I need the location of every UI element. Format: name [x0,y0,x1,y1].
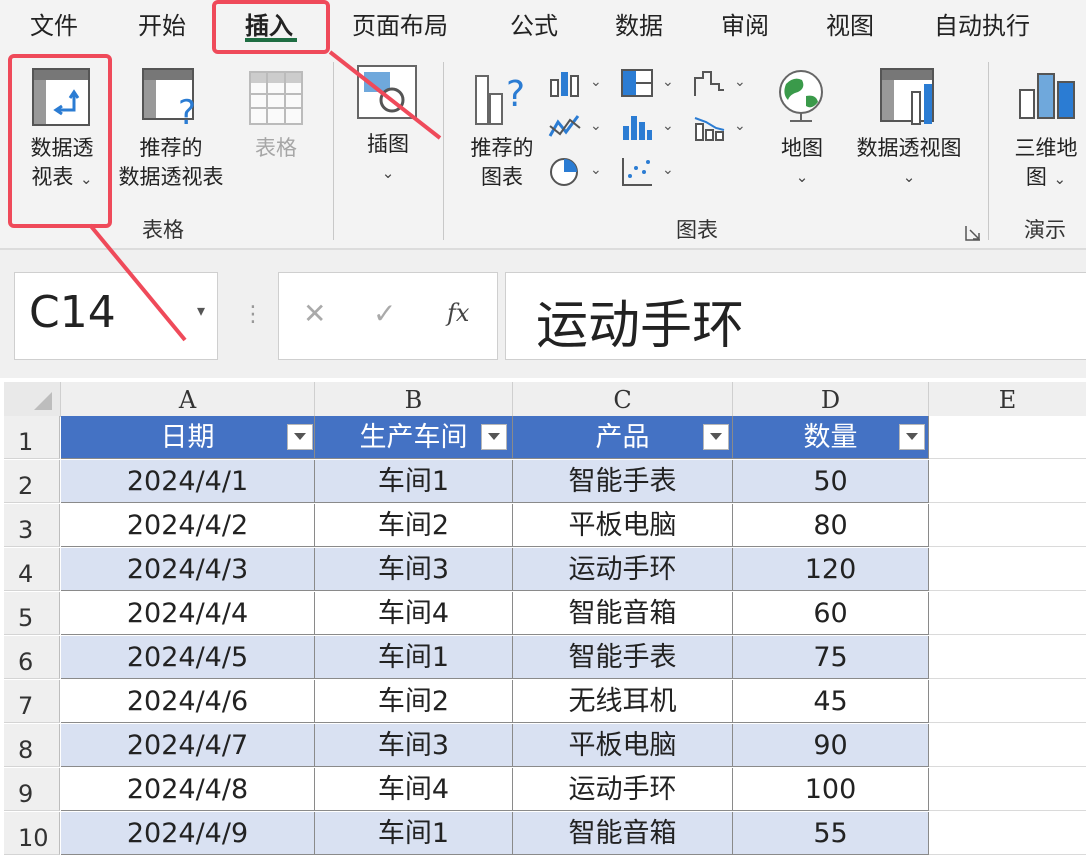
annotation-arrow [328,50,442,140]
annotation-arrow [88,223,187,342]
annotation-arrows [88,50,442,342]
